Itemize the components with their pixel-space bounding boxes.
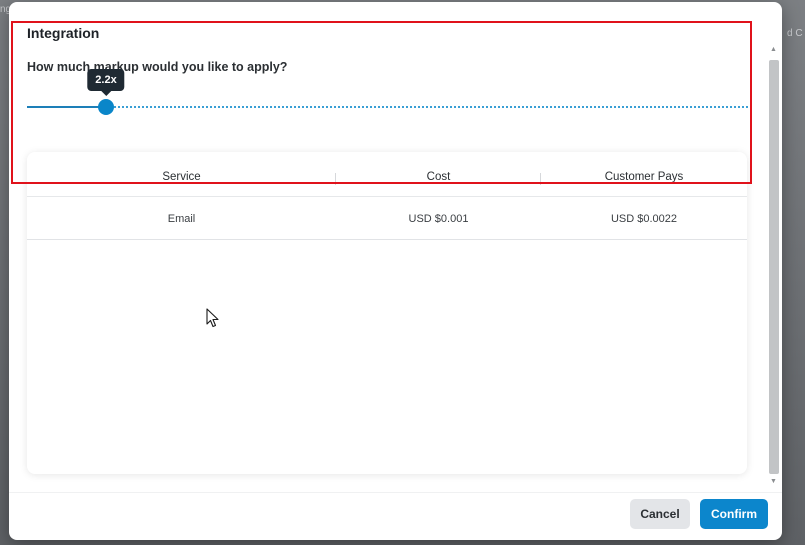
footer-divider [9, 492, 782, 493]
slider-fill [27, 106, 106, 108]
column-header-cost[interactable]: Cost [336, 171, 541, 185]
cell-service: Email [167, 212, 196, 225]
cell-cost: USD $0.001 [408, 212, 469, 225]
chevron-up-icon[interactable]: ▲ [768, 44, 779, 56]
slider-thumb[interactable] [98, 99, 114, 115]
cancel-button[interactable]: Cancel [630, 499, 690, 529]
mouse-pointer-icon [206, 308, 219, 328]
confirm-button[interactable]: Confirm [700, 499, 768, 529]
column-header-service[interactable]: Service [27, 171, 336, 185]
background-text-right: d C [787, 28, 803, 39]
modal-title: Integration [27, 25, 100, 41]
scrollbar-thumb[interactable] [769, 60, 779, 474]
pricing-table: Service Cost Customer Pays Email USD $0.… [27, 152, 747, 474]
slider-value-tooltip: 2.2x [87, 69, 125, 96]
header-divider [27, 196, 747, 197]
column-header-customer-pays[interactable]: Customer Pays [541, 171, 747, 183]
cell-customer-pays: USD $0.0022 [610, 212, 678, 225]
integration-modal: Integration How much markup would you li… [9, 2, 782, 540]
markup-slider[interactable]: 2.2x [27, 69, 748, 115]
slider-rail[interactable] [27, 106, 748, 108]
vertical-scrollbar[interactable]: ▲ ▼ [768, 44, 779, 490]
modal-content: Integration How much markup would you li… [9, 2, 782, 492]
table-header: Service Cost Customer Pays [27, 162, 747, 192]
table-row: Email USD $0.001 USD $0.0022 [27, 198, 747, 240]
markup-question: How much markup would you like to apply? [27, 60, 288, 74]
chevron-down-icon[interactable]: ▼ [768, 476, 779, 488]
